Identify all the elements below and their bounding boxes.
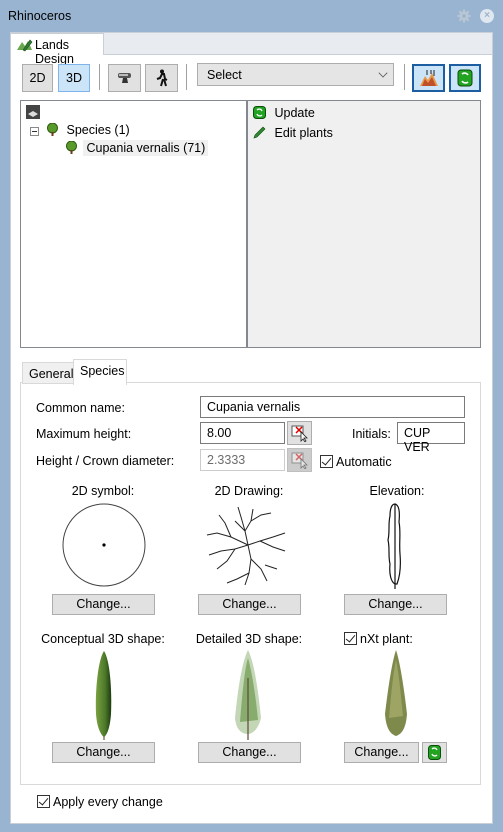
camera-button[interactable]	[108, 64, 141, 92]
toolbar-separator	[404, 64, 405, 90]
title-bar: Rhinoceros ×	[0, 0, 503, 32]
toolbar-separator	[99, 64, 100, 90]
actions-panel: Update Edit plants	[246, 100, 481, 348]
symbol-2d-preview	[62, 503, 146, 587]
pick-from-model-icon	[291, 425, 308, 443]
elevation-caption: Elevation:	[369, 484, 425, 498]
pencil-icon	[253, 126, 266, 139]
update-toolbar-button[interactable]	[449, 64, 481, 92]
tree-icon	[66, 141, 77, 154]
change-symbol-2d-button[interactable]: Change...	[52, 594, 155, 615]
drawing-2d-caption: 2D Drawing:	[214, 484, 284, 498]
ratio-label: Height / Crown diameter:	[36, 454, 175, 468]
drawing-2d-preview	[206, 506, 286, 586]
tree-item-label: Species (1)	[66, 123, 130, 137]
tab-species[interactable]: Species	[73, 359, 127, 385]
max-height-input[interactable]: 8.00	[200, 422, 285, 444]
action-edit-plants[interactable]: Edit plants	[253, 126, 333, 140]
action-update[interactable]: Update	[253, 106, 315, 120]
view-3d-button[interactable]: 3D	[58, 64, 90, 92]
tab-lands-design[interactable]: Lands Design	[10, 33, 104, 66]
symbol-2d-caption: 2D symbol:	[71, 484, 135, 498]
pick-from-model-icon	[291, 452, 308, 470]
change-elevation-button[interactable]: Change...	[344, 594, 447, 615]
mode-select[interactable]: Select	[197, 63, 394, 86]
terrain-icon	[419, 70, 438, 86]
automatic-checkbox[interactable]: Automatic	[320, 455, 392, 469]
detailed-3d-caption: Detailed 3D shape:	[195, 632, 303, 646]
mode-select-value: Select	[207, 68, 242, 82]
refresh-icon	[457, 69, 473, 87]
walk-icon	[156, 69, 167, 87]
close-icon[interactable]: ×	[480, 9, 494, 23]
common-name-input[interactable]: Cupania vernalis	[200, 396, 465, 418]
tab-general[interactable]: General	[22, 362, 74, 384]
refresh-icon	[253, 106, 266, 119]
toolbar-separator	[186, 64, 187, 90]
initials-input[interactable]: CUP VER	[397, 422, 465, 454]
refresh-icon	[428, 745, 441, 760]
gear-icon[interactable]	[457, 9, 471, 23]
conceptual-3d-caption: Conceptual 3D shape:	[41, 632, 165, 646]
camera-icon	[117, 73, 131, 83]
view-2d-button[interactable]: 2D	[22, 64, 53, 92]
window-title: Rhinoceros	[8, 9, 72, 23]
change-detailed-3d-button[interactable]: Change...	[198, 742, 301, 763]
tree-item-species[interactable]: Species (1)	[46, 123, 130, 137]
detailed-3d-preview	[235, 650, 261, 740]
initials-label: Initials:	[352, 427, 391, 441]
chevron-down-icon	[378, 68, 388, 78]
checkbox-checked-icon	[37, 795, 50, 808]
lands-design-logo-icon	[17, 39, 33, 52]
action-label: Edit plants	[274, 126, 333, 140]
document-icon	[26, 105, 40, 119]
walk-button[interactable]	[145, 64, 178, 92]
update-nxt-plant-button[interactable]	[422, 742, 447, 763]
conceptual-3d-preview	[95, 651, 112, 740]
tree-item-cupania[interactable]: Cupania vernalis (71)	[65, 140, 209, 156]
apply-every-change-label: Apply every change	[53, 795, 163, 809]
nxt-plant-checkbox[interactable]: nXt plant:	[344, 632, 413, 646]
max-height-label: Maximum height:	[36, 427, 132, 441]
terrain-button[interactable]	[412, 64, 445, 92]
action-label: Update	[274, 106, 315, 120]
collapse-icon[interactable]	[30, 127, 39, 136]
pick-ratio-button[interactable]	[287, 448, 312, 472]
checkbox-checked-icon	[344, 632, 357, 645]
tree-item-label: Cupania vernalis (71)	[83, 140, 209, 156]
elevation-preview	[387, 503, 401, 589]
change-nxt-plant-button[interactable]: Change...	[344, 742, 419, 763]
nxt-plant-preview	[385, 650, 407, 736]
species-tree[interactable]: Species (1) Cupania vernalis (71)	[20, 100, 247, 348]
change-conceptual-3d-button[interactable]: Change...	[52, 742, 155, 763]
change-drawing-2d-button[interactable]: Change...	[198, 594, 301, 615]
automatic-label: Automatic	[336, 455, 392, 469]
ratio-input[interactable]: 2.3333	[200, 449, 285, 471]
common-name-label: Common name:	[36, 401, 125, 415]
nxt-plant-label: nXt plant:	[360, 632, 413, 646]
pick-height-button[interactable]	[287, 421, 312, 445]
tab-label: Lands Design	[35, 38, 74, 66]
tree-icon	[47, 123, 58, 136]
checkbox-checked-icon	[320, 455, 333, 468]
apply-every-change-checkbox[interactable]: Apply every change	[37, 795, 163, 809]
